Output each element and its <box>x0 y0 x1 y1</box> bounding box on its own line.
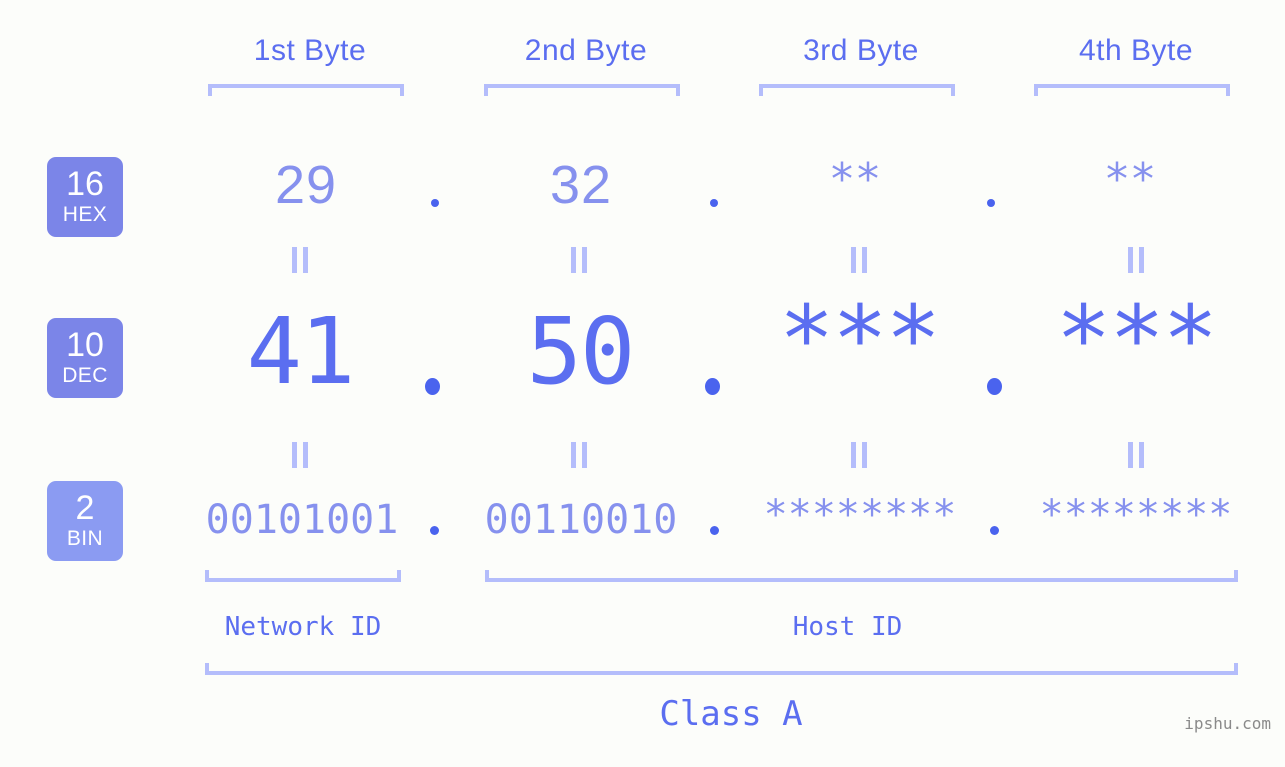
hex-separator-dot-3 <box>987 199 995 207</box>
bin-byte-value-1: 00101001 <box>205 497 399 543</box>
bin-byte-value-3: ******** <box>763 492 957 538</box>
hex-byte-value-1: 29 <box>274 155 338 215</box>
host-id-label: Host ID <box>792 612 903 642</box>
badge-dec-radix: DEC <box>62 364 108 387</box>
hex-byte-value-2: 32 <box>549 155 613 215</box>
byte-bracket-top-1 <box>208 84 404 96</box>
equals-icon-hex-dec-3 <box>851 247 869 273</box>
dec-separator-dot-1 <box>425 378 440 395</box>
byte-header-label-4: 4th Byte <box>1078 34 1194 67</box>
dec-separator-dot-2 <box>705 378 720 395</box>
badge-dec: 10 DEC <box>47 318 123 398</box>
badge-bin-radix: BIN <box>66 527 104 550</box>
badge-hex: 16 HEX <box>47 157 123 237</box>
host-id-bracket <box>485 570 1238 582</box>
equals-icon-dec-bin-3 <box>851 442 869 468</box>
hex-byte-value-3: ** <box>831 154 883 205</box>
watermark: ipshu.com <box>1184 714 1271 733</box>
badge-hex-radix: HEX <box>62 203 108 226</box>
network-id-bracket <box>205 570 401 582</box>
equals-icon-dec-bin-1 <box>292 442 310 468</box>
equals-icon-hex-dec-1 <box>292 247 310 273</box>
bin-byte-value-2: 00110010 <box>484 497 678 543</box>
badge-hex-number: 16 <box>66 165 104 203</box>
dec-byte-value-4: *** <box>1055 286 1218 393</box>
badge-bin-number: 2 <box>75 489 95 527</box>
dec-byte-value-3: *** <box>778 286 941 393</box>
hex-separator-dot-2 <box>710 199 718 207</box>
equals-icon-hex-dec-2 <box>571 247 589 273</box>
equals-icon-dec-bin-4 <box>1128 442 1146 468</box>
dec-byte-value-1: 41 <box>246 298 356 405</box>
bin-separator-dot-1 <box>430 526 439 535</box>
equals-icon-dec-bin-2 <box>571 442 589 468</box>
class-label: Class A <box>659 694 803 734</box>
byte-header-label-3: 3rd Byte <box>803 34 919 67</box>
network-id-label: Network ID <box>224 612 382 642</box>
bin-separator-dot-3 <box>990 526 999 535</box>
equals-icon-hex-dec-4 <box>1128 247 1146 273</box>
dec-separator-dot-3 <box>987 378 1002 395</box>
class-bracket <box>205 663 1238 675</box>
hex-separator-dot-1 <box>431 199 439 207</box>
byte-bracket-top-3 <box>759 84 955 96</box>
byte-header-label-1: 1st Byte <box>253 34 367 67</box>
ip-address-breakdown-diagram: 1st Byte 2nd Byte 3rd Byte 4th Byte 16 H… <box>0 0 1285 767</box>
badge-bin: 2 BIN <box>47 481 123 561</box>
byte-header-label-2: 2nd Byte <box>524 34 648 67</box>
dec-byte-value-2: 50 <box>526 298 636 405</box>
bin-byte-value-4: ******** <box>1039 492 1233 538</box>
hex-byte-value-4: ** <box>1106 154 1158 205</box>
byte-bracket-top-4 <box>1034 84 1230 96</box>
byte-bracket-top-2 <box>484 84 680 96</box>
bin-separator-dot-2 <box>710 526 719 535</box>
badge-dec-number: 10 <box>66 326 104 364</box>
